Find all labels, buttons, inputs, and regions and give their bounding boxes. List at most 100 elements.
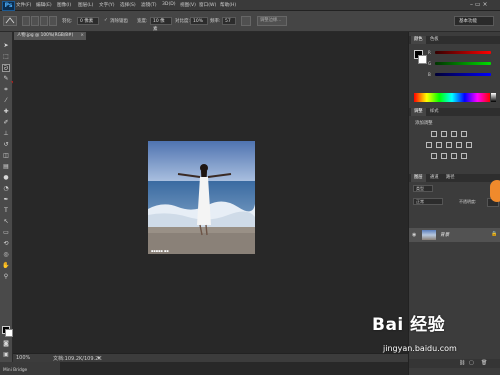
intersect-selection-icon[interactable] <box>49 16 57 26</box>
hand-tool-icon[interactable]: ✋ <box>2 262 10 270</box>
document-tab-title: 人物.jpg @ 100%(RGB/8#) <box>17 33 74 38</box>
delete-layer-icon[interactable]: 🗑 <box>481 360 487 366</box>
gradient-map-icon[interactable] <box>461 153 467 159</box>
menu-view[interactable]: 视图(V) <box>180 2 196 8</box>
tab-layers[interactable]: 图层 <box>411 174 426 182</box>
menu-type[interactable]: 文字(Y) <box>99 2 115 8</box>
baidu-jingyan-watermark: Bai 经验 <box>372 315 446 335</box>
baidu-jingyan-url: jingyan.baidu.com <box>383 344 457 353</box>
menu-edit[interactable]: 编辑(E) <box>36 2 52 8</box>
posterize-icon[interactable] <box>441 153 447 159</box>
gradient-tool-icon[interactable]: ▤ <box>2 163 10 171</box>
tab-channels[interactable]: 通道 <box>427 174 442 182</box>
blur-tool-icon[interactable]: ● <box>2 174 10 182</box>
menu-select[interactable]: 选择(S) <box>120 2 136 8</box>
width-input[interactable]: 10 像素 <box>150 17 172 32</box>
background-color-swatch[interactable] <box>418 55 427 64</box>
menu-filter[interactable]: 滤镜(T) <box>141 2 157 8</box>
red-slider[interactable] <box>435 51 491 54</box>
rectangle-tool-icon[interactable]: ▭ <box>2 229 10 237</box>
new-selection-icon[interactable] <box>22 16 30 26</box>
status-bar: 100% 文档:109.2K/109.2K ▸ <box>13 353 408 362</box>
blue-slider[interactable] <box>435 73 491 76</box>
tab-styles[interactable]: 样式 <box>427 108 442 116</box>
zoom-tool-icon[interactable]: ⚲ <box>2 273 10 281</box>
path-selection-tool-icon[interactable]: ↖ <box>2 218 10 226</box>
new-layer-icon[interactable]: ▢ <box>469 360 474 366</box>
brush-tool-icon[interactable]: ✐ <box>2 119 10 127</box>
3d-rotate-tool-icon[interactable]: ⟲ <box>2 240 10 248</box>
visibility-eye-icon[interactable]: ◉ <box>412 232 416 238</box>
contrast-label: 对比度: <box>175 19 191 24</box>
mini-bridge-tab[interactable]: Mini Bridge <box>0 362 60 375</box>
menu-bar: Ps 文件(F) 编辑(E) 图像(I) 图层(L) 文字(Y) 选择(S) 滤… <box>0 0 500 11</box>
floating-orange-bubble[interactable] <box>490 180 500 202</box>
quick-mask-icon[interactable]: ◙ <box>2 340 10 348</box>
document-image[interactable]: ▪▪▪▪▪ ▪▪ <box>148 141 255 254</box>
antialias-label: 消除锯齿 <box>110 19 128 24</box>
grayscale-ramp[interactable] <box>491 93 496 102</box>
layer-row[interactable]: ◉ 背景 🔒 <box>409 228 500 242</box>
hue-saturation-icon[interactable] <box>436 142 442 148</box>
tab-adjustments[interactable]: 调整 <box>411 108 426 116</box>
frequency-label: 频率: <box>210 19 221 24</box>
pen-tool-icon[interactable]: ✒ <box>2 196 10 204</box>
workspace-switcher[interactable]: 基本功能 <box>454 16 494 26</box>
layer-thumbnail <box>422 230 436 240</box>
tab-swatches[interactable]: 色板 <box>427 36 442 44</box>
contrast-input[interactable]: 10% <box>190 17 208 25</box>
zoom-level[interactable]: 100% <box>16 355 30 361</box>
layer-name: 背景 <box>440 233 450 238</box>
mini-bridge-label: Mini Bridge <box>3 368 28 373</box>
pen-pressure-icon[interactable] <box>241 16 251 26</box>
curves-icon[interactable] <box>451 131 457 137</box>
color-balance-icon[interactable] <box>446 142 452 148</box>
photo-filter-icon[interactable] <box>466 142 472 148</box>
green-slider[interactable] <box>435 62 491 65</box>
eraser-tool-icon[interactable]: ◫ <box>2 152 10 160</box>
tab-paths[interactable]: 路径 <box>443 174 458 182</box>
document-info: 文档:109.2K/109.2K <box>53 356 102 362</box>
tool-preset-picker[interactable] <box>3 16 17 26</box>
clone-stamp-tool-icon[interactable]: ⊥ <box>2 130 10 138</box>
frequency-input[interactable]: 57 <box>222 17 236 25</box>
menu-help[interactable]: 帮助(H) <box>220 2 236 8</box>
document-tab[interactable]: 人物.jpg @ 100%(RGB/8#) × <box>14 32 86 40</box>
photo-credit-mark: ▪▪▪▪▪ ▪▪ <box>151 249 169 253</box>
feather-input[interactable]: 0 像素 <box>77 17 99 25</box>
status-menu-arrow-icon[interactable]: ▸ <box>98 355 101 361</box>
menu-image[interactable]: 图像(I) <box>57 2 71 8</box>
3d-camera-tool-icon[interactable]: ◎ <box>2 251 10 259</box>
red-channel-label: R <box>428 50 431 55</box>
dodge-tool-icon[interactable]: ◔ <box>2 185 10 193</box>
levels-icon[interactable] <box>441 131 447 137</box>
tab-color[interactable]: 颜色 <box>411 36 426 44</box>
history-brush-tool-icon[interactable]: ↺ <box>2 141 10 149</box>
menu-file[interactable]: 文件(F) <box>16 2 31 8</box>
black-white-icon[interactable] <box>456 142 462 148</box>
color-spectrum-bar[interactable] <box>414 93 490 102</box>
antialias-checkbox-icon[interactable]: ✓ <box>104 18 108 23</box>
menu-window[interactable]: 窗口(W) <box>199 2 216 8</box>
window-controls-icon[interactable]: – ▭ × <box>470 1 488 8</box>
feather-label: 羽化: <box>62 19 73 24</box>
type-tool-icon[interactable]: T <box>2 207 10 215</box>
photoshop-logo: Ps <box>2 1 15 11</box>
subtract-selection-icon[interactable] <box>40 16 48 26</box>
screen-mode-icon[interactable]: ▣ <box>2 351 10 359</box>
menu-3d[interactable]: 3D(D) <box>162 2 176 7</box>
invert-icon[interactable] <box>431 153 437 159</box>
close-icon[interactable]: × <box>80 32 84 40</box>
menu-layer[interactable]: 图层(L) <box>78 2 93 8</box>
blend-mode-select[interactable]: 正常 <box>413 198 443 205</box>
move-tool-icon[interactable]: ➤ <box>2 42 10 50</box>
exposure-icon[interactable] <box>461 131 467 137</box>
vibrance-icon[interactable] <box>426 142 432 148</box>
refine-edge-button[interactable]: 调整边缘... <box>257 16 287 26</box>
layer-filter-select[interactable]: 类型 <box>413 185 433 192</box>
color-swatches-icon[interactable] <box>2 326 13 337</box>
add-selection-icon[interactable] <box>31 16 39 26</box>
threshold-icon[interactable] <box>451 153 457 159</box>
brightness-icon[interactable] <box>431 131 437 137</box>
link-layers-icon[interactable]: ⛓ <box>459 360 465 366</box>
